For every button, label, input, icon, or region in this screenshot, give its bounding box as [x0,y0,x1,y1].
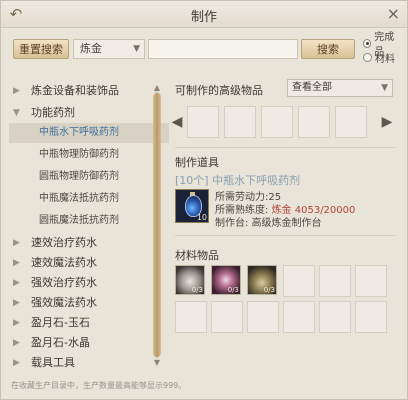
advanced-item-slot[interactable] [298,106,330,138]
tree-subitem[interactable]: 中瓶物理防御药剂 [9,145,119,165]
expand-arrow-icon: ▶ [13,358,20,368]
expand-arrow-icon: ▶ [13,338,20,348]
chevron-down-icon: ▼ [133,44,140,54]
tree-item[interactable]: ▶ 载具工具 [9,353,75,373]
collapse-arrow-icon: ▼ [13,108,20,118]
carousel-next-icon[interactable]: ▶ [381,109,393,135]
advanced-item-slot[interactable] [187,106,219,138]
material-herb-icon[interactable]: 0/3 [247,265,277,295]
crafted-item-name: [10个] 中瓶水下呼吸药剂 [175,174,301,187]
material-slot [355,265,387,297]
material-count: 0/3 [227,286,239,294]
radio-dot [363,52,372,62]
tree-item[interactable]: ▶ 速效治疗药水 [9,233,97,253]
search-input[interactable] [148,39,298,59]
expand-arrow-icon: ▶ [13,238,20,248]
tree-scrollbar[interactable]: ▲ ▼ [152,83,162,367]
tree-item[interactable]: ▶ 炼金设备和装饰品 [9,81,119,101]
radio-dot [363,38,372,48]
tree-item[interactable]: ▶ 强效魔法药水 [9,293,97,313]
tree-item-label: 中瓶物理防御药剂 [39,149,119,160]
tree-subitem[interactable]: 中瓶魔法抵抗药剂 [9,189,119,209]
tree-item-label: 圆瓶物理防御药剂 [39,171,119,182]
carousel-prev-icon[interactable]: ◀ [171,109,183,135]
expand-arrow-icon: ▶ [13,298,20,308]
material-slot [319,265,351,297]
tree-item[interactable]: ▶ 盈月石-水晶 [9,333,90,353]
crafting-window: ↶ 制作 × 重置搜索 炼金 ▼ 搜索 完成品 材料 ▶ 炼金设备和装饰品 ▼ 功能… [0,0,408,400]
station-requirement: 制作台: 高级炼金制作台 [215,214,322,229]
tree-item-label: 强效魔法药水 [31,296,97,309]
advanced-items-title: 可制作的高级物品 [175,84,263,97]
radio-finished-goods[interactable]: 完成品 [363,32,401,58]
recipe-category-tree: ▶ 炼金设备和装饰品 ▼ 功能药剂 中瓶水下呼吸药剂 中瓶物理防御药剂 圆瓶物理防御… [9,73,169,373]
tree-item[interactable]: ▼ 功能药剂 [9,103,75,123]
material-slot [283,265,315,297]
potion-icon[interactable]: 10 [175,189,209,223]
tree-item-label: 强效治疗药水 [31,276,97,289]
search-bar: 重置搜索 炼金 ▼ 搜索 完成品 材料 [9,32,401,65]
category-value: 炼金 [80,42,102,55]
material-slot [319,301,351,333]
search-button[interactable]: 搜索 [301,39,355,59]
tree-subitem[interactable]: 圆瓶物理防御药剂 [9,167,119,187]
divider [175,235,395,236]
category-select[interactable]: 炼金 ▼ [73,39,145,59]
material-count: 0/3 [263,286,275,294]
expand-arrow-icon: ▶ [13,318,20,328]
tree-item[interactable]: ▶ 盈月石-玉石 [9,313,90,333]
divider [175,147,395,148]
scroll-thumb[interactable] [153,93,161,357]
tree-item-label: 中瓶魔法抵抗药剂 [39,193,119,204]
advanced-filter-select[interactable]: 查看全部 ▼ [287,79,393,97]
radio-label: 材料 [375,53,395,65]
tree-item-label: 盈月石-水晶 [31,336,90,349]
filter-value: 查看全部 [292,82,332,93]
tree-item-label: 载具工具 [31,356,75,369]
recipe-detail-panel: 可制作的高级物品 查看全部 ▼ ◀ ▶ 制作道具 [10个] 中瓶水下呼吸药剂 … [169,73,401,373]
footer-hint: 在收藏生产目录中，生产数量最高能够显示999。 [11,381,187,390]
material-slot [283,301,315,333]
tree-item-label: 圆瓶魔法抵抗药剂 [39,215,119,226]
station-label: 制作台: [215,218,249,229]
station-value: 高级炼金制作台 [251,218,322,229]
expand-arrow-icon: ▶ [13,258,20,268]
reset-search-button[interactable]: 重置搜索 [13,39,69,59]
material-count: 0/3 [191,286,203,294]
tree-item[interactable]: ▶ 强效治疗药水 [9,273,97,293]
window-title: 制作 [190,10,217,25]
expand-arrow-icon: ▶ [13,278,20,288]
material-powder-icon[interactable]: 0/3 [175,265,205,295]
tree-item-label: 功能药剂 [31,106,75,119]
material-slot [355,301,387,333]
expand-arrow-icon: ▶ [13,86,20,96]
material-slot [211,301,243,333]
tree-subitem[interactable]: 圆瓶魔法抵抗药剂 [9,211,119,231]
item-count: 10 [196,213,207,222]
material-orb-icon[interactable]: 0/3 [211,265,241,295]
material-slot [175,301,207,333]
materials-title: 材料物品 [175,249,219,262]
tool-section-title: 制作道具 [175,156,219,169]
advanced-item-slot[interactable] [261,106,293,138]
tree-item-label: 盈月石-玉石 [31,316,90,329]
close-icon[interactable]: × [387,4,400,23]
tree-item-label: 速效治疗药水 [31,236,97,249]
tree-item[interactable]: ▶ 速效魔法药水 [9,253,97,273]
tree-item-label: 中瓶水下呼吸药剂 [39,127,119,138]
tree-item-label: 速效魔法药水 [31,256,97,269]
chevron-down-icon: ▼ [381,83,388,93]
result-type-radio-group: 完成品 材料 [363,32,401,65]
tree-item-label: 炼金设备和装饰品 [31,84,119,97]
advanced-item-slot[interactable] [224,106,256,138]
title-bar: ↶ 制作 × [1,1,407,28]
tree-subitem-selected[interactable]: 中瓶水下呼吸药剂 [9,123,169,143]
advanced-item-slot[interactable] [335,106,367,138]
scroll-down-icon[interactable]: ▼ [152,358,162,367]
material-slot [247,301,279,333]
